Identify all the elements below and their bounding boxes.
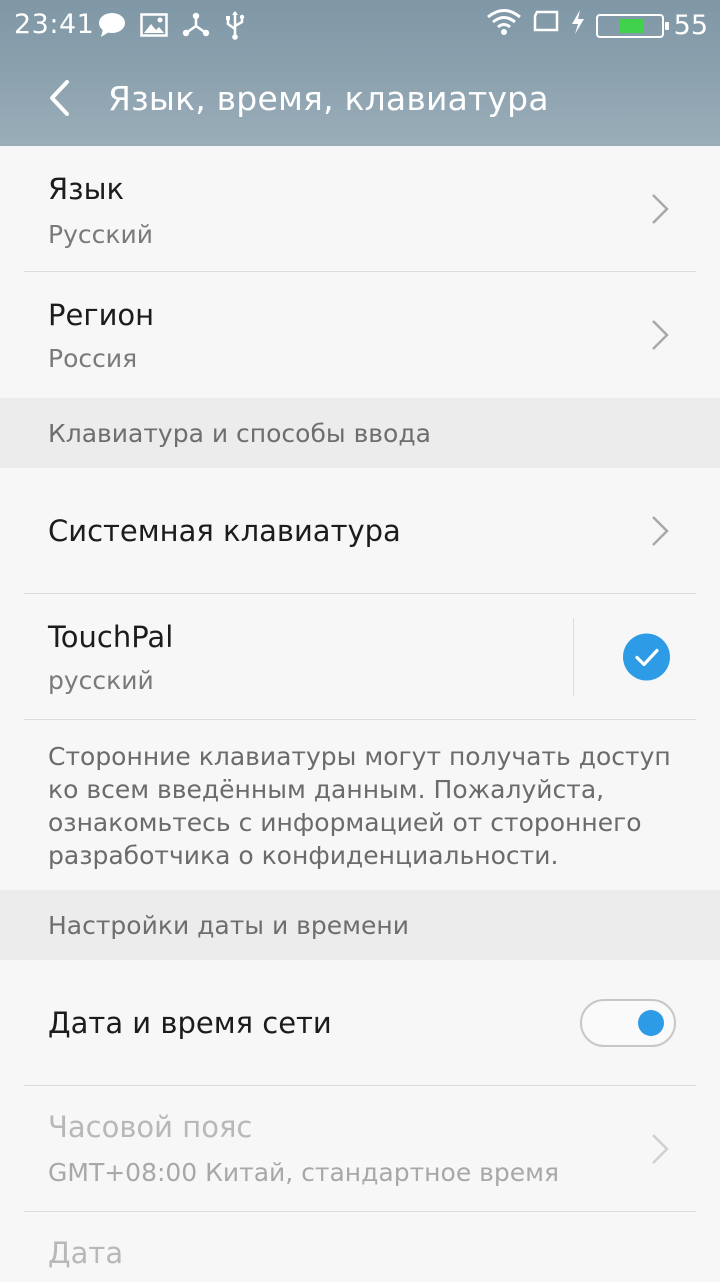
status-time: 23:41 <box>14 9 95 40</box>
chevron-right-icon <box>652 194 669 224</box>
share-network-icon <box>182 11 210 46</box>
language-title: Язык <box>48 172 124 206</box>
chat-bubble-icon <box>98 12 126 45</box>
toggle-knob <box>638 1010 664 1036</box>
section-header-keyboard: Клавиатура и способы ввода <box>0 398 720 468</box>
touchpal-title: TouchPal <box>48 620 174 654</box>
note-line: Сторонние клавиатуры могут получать дост… <box>48 742 671 771</box>
notification-icons <box>98 10 246 47</box>
note-line: разработчика о конфиденциальности. <box>48 841 559 870</box>
chevron-right-icon <box>652 320 669 350</box>
touchpal-checkbox[interactable] <box>623 633 670 681</box>
page-title: Язык, время, клавиатура <box>108 78 549 118</box>
timezone-title: Часовой пояс <box>48 1110 253 1144</box>
chevron-right-icon <box>652 1134 669 1164</box>
third-party-keyboard-note: Сторонние клавиатуры могут получать дост… <box>0 720 720 890</box>
chevron-right-icon <box>652 516 669 546</box>
note-line: ко всем введённым данным. Пожалуйста, <box>48 775 605 804</box>
section-header-datetime: Настройки даты и времени <box>0 890 720 960</box>
network-time-row[interactable]: Дата и время сети <box>0 960 720 1086</box>
timezone-row[interactable]: Часовой пояс GMT+08:00 Китай, стандартно… <box>0 1086 720 1212</box>
wifi-icon <box>486 8 522 43</box>
settings-list: Язык Русский Регион Россия Клавиатура и … <box>0 146 720 1282</box>
network-time-toggle[interactable] <box>580 999 676 1047</box>
network-time-title: Дата и время сети <box>48 1006 332 1040</box>
touchpal-row[interactable]: TouchPal русский <box>0 594 720 720</box>
toolbar: Язык, время, клавиатура <box>0 50 720 146</box>
screen-icon <box>532 10 560 41</box>
image-icon <box>140 12 168 45</box>
battery-fill <box>619 18 643 33</box>
region-title: Регион <box>48 298 155 332</box>
back-button[interactable] <box>30 68 90 128</box>
system-keyboard-row[interactable]: Системная клавиатура <box>0 468 720 594</box>
usb-icon <box>224 10 246 47</box>
language-row[interactable]: Язык Русский <box>0 146 720 272</box>
battery-icon <box>595 13 669 38</box>
region-value: Россия <box>48 344 138 373</box>
status-bar: 23:41 55 <box>0 0 720 50</box>
language-value: Русский <box>48 220 153 249</box>
touchpal-subtitle: русский <box>48 666 154 695</box>
region-row[interactable]: Регион Россия <box>0 272 720 398</box>
timezone-value: GMT+08:00 Китай, стандартное время <box>48 1158 560 1187</box>
chevron-left-icon <box>50 80 69 116</box>
app-bar: 23:41 55 Язык, время, клавиатура <box>0 0 720 146</box>
date-title: Дата <box>48 1236 124 1270</box>
note-line: ознакомьтесь с информацией от стороннего <box>48 808 642 837</box>
checkmark-icon <box>634 648 659 666</box>
battery-percent: 55 <box>673 10 708 41</box>
system-keyboard-title: Системная клавиатура <box>48 514 401 548</box>
system-icons: 55 <box>486 8 720 43</box>
divider <box>24 719 696 720</box>
date-row[interactable]: Дата <box>0 1212 720 1282</box>
vertical-divider <box>573 618 574 696</box>
charging-bolt-icon <box>570 9 586 42</box>
